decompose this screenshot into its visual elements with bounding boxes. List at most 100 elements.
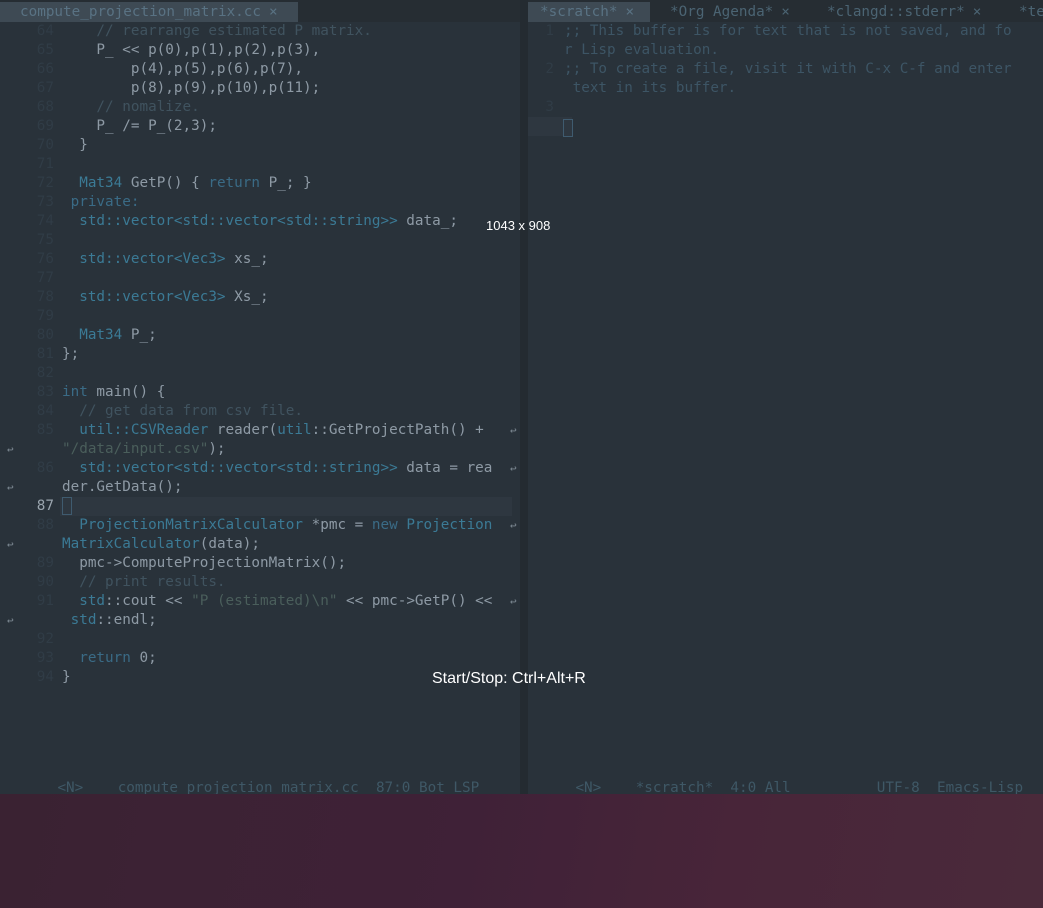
line-number: 64 (36, 23, 54, 39)
modeline-scroll: All (764, 780, 791, 794)
code-line[interactable]: pmc->ComputeProjectionMatrix(); (62, 554, 346, 573)
code-token: pmc->ComputeProjectionMatrix(); (62, 555, 347, 571)
scratch-line[interactable]: text in its buffer. (564, 79, 737, 98)
line-number: 74 (36, 213, 54, 229)
code-token: util (277, 422, 312, 438)
line-number: 67 (36, 80, 54, 96)
line-number: 71 (36, 156, 54, 172)
code-line[interactable]: // rearrange estimated P matrix. (62, 22, 371, 41)
code-line[interactable]: // print results. (62, 573, 225, 592)
evil-state: <N> (57, 780, 84, 794)
line-number: 69 (36, 118, 54, 134)
code-line[interactable]: ProjectionMatrixCalculator *pmc = new Pr… (62, 516, 516, 535)
code-token: Projection (397, 517, 493, 533)
tab-compute-projection-matrix[interactable]: compute_projection_matrix.cc × (0, 2, 298, 22)
code-token: MatrixCalculator (62, 536, 200, 552)
modeline-position: 4:0 (730, 780, 757, 794)
close-icon[interactable]: × (973, 4, 982, 20)
modeline-filename: compute_projection_matrix.cc (117, 780, 359, 794)
code-token: }; (62, 346, 80, 362)
code-line[interactable]: } (62, 668, 71, 687)
code-line[interactable]: std::vector<Vec3> xs_; (62, 250, 268, 269)
code-line[interactable]: } (62, 136, 88, 155)
wrap-indicator-icon: ↩ (7, 443, 14, 456)
code-line[interactable]: std::cout << "P (estimated)\n" << pmc->G… (62, 592, 516, 611)
code-token: std::vector<std::vector<std::string>> (62, 460, 398, 476)
right-editor-pane[interactable]: *scratch* × *Org Agenda* × *clangd::stderr… (528, 0, 1043, 794)
code-line[interactable]: // nomalize. (62, 98, 199, 117)
code-token: } (62, 137, 88, 153)
tab-label: *scratch* (540, 4, 618, 20)
modeline-encoding: UTF-8 (876, 780, 920, 794)
desktop-background (0, 794, 1043, 908)
code-line[interactable]: private: (62, 193, 140, 212)
tab-truncated[interactable]: *te (1019, 2, 1043, 22)
code-token: ); (208, 441, 226, 457)
code-token: p(8),p(9),p(10),p(11); (62, 80, 321, 96)
line-number: 75 (36, 232, 54, 248)
code-line[interactable]: util::CSVReader reader(util::GetProjectP… (62, 421, 516, 440)
scratch-line[interactable]: ;; This buffer is for text that is not s… (564, 22, 1012, 41)
close-icon[interactable]: × (269, 4, 278, 20)
evil-state: <N> (575, 780, 602, 794)
line-number: 78 (36, 289, 54, 305)
code-token: ::endl; (96, 612, 157, 628)
code-line[interactable]: der.GetData(); (62, 478, 183, 497)
modeline-scroll: Bot (418, 780, 445, 794)
line-number: 66 (36, 61, 54, 77)
tab-scratch[interactable]: *scratch* × (528, 2, 650, 22)
code-token: std (62, 612, 97, 628)
scratch-line[interactable]: r Lisp evaluation. (564, 41, 719, 60)
code-token: int (62, 384, 88, 400)
code-line[interactable]: Mat34 GetP() { return P_; } (62, 174, 311, 193)
code-token: "P (estimated)\n" (191, 593, 338, 609)
code-token: (data); (199, 536, 260, 552)
scratch-line[interactable]: ;; To create a file, visit it with C-x C… (564, 60, 1012, 79)
line-number: 84 (36, 403, 54, 419)
code-line[interactable]: }; (62, 345, 79, 364)
code-line[interactable]: int main() { (62, 383, 165, 402)
code-line[interactable]: MatrixCalculator(data); (62, 535, 260, 554)
line-number-gutter: 64 65 66 67 68 69 70 71 72 73 74 75 76 77 78 79 80 81 82 83… (0, 22, 60, 742)
modeline-lsp: LSP (453, 780, 480, 794)
tab-clangd-stderr[interactable]: *clangd::stderr* × (827, 2, 981, 22)
code-token: P_ /= P_(2,3); (62, 118, 217, 134)
code-token: return (62, 650, 131, 666)
wrap-continuation-icon: ↩ (510, 595, 517, 608)
code-line[interactable]: p(8),p(9),p(10),p(11); (62, 79, 320, 98)
code-token: std (62, 593, 106, 609)
close-icon[interactable]: × (625, 4, 634, 20)
code-token: ProjectionMatrixCalculator (62, 517, 304, 533)
code-line[interactable]: std::vector<std::vector<std::string>> da… (62, 212, 458, 231)
screen-size-label: 1043 x 908 (486, 218, 551, 233)
code-line[interactable]: p(4),p(5),p(6),p(7), (62, 60, 303, 79)
left-tab-bar: compute_projection_matrix.cc × (0, 0, 520, 22)
code-token: ::GetProjectPath() + (311, 422, 493, 438)
line-number: 89 (36, 555, 54, 571)
code-token: GetP() { (122, 175, 209, 191)
line-number: 79 (36, 308, 54, 324)
tab-org-agenda[interactable]: *Org Agenda* × (670, 2, 790, 22)
recording-hint: Start/Stop: Ctrl+Alt+R (432, 670, 586, 687)
line-number: 88 (36, 517, 54, 533)
line-number: 70 (36, 137, 54, 153)
code-line[interactable]: // get data from csv file. (62, 402, 303, 421)
code-line[interactable]: std::vector<Vec3> Xs_; (62, 288, 268, 307)
code-line[interactable]: P_ << p(0),p(1),p(2),p(3), (62, 41, 320, 60)
code-line[interactable]: P_ /= P_(2,3); (62, 117, 217, 136)
code-line[interactable]: std::vector<std::vector<std::string>> da… (62, 459, 516, 478)
line-number: 87 (36, 498, 54, 514)
close-icon[interactable]: × (781, 4, 790, 20)
code-token: p(4),p(5),p(6),p(7), (62, 61, 304, 77)
code-line[interactable]: Mat34 P_; (62, 326, 157, 345)
code-line[interactable]: return 0; (62, 649, 157, 668)
code-token: std::vector<Vec3> (62, 289, 226, 305)
text-cursor (62, 497, 72, 515)
code-line[interactable]: "/data/input.csv"); (62, 440, 226, 459)
tab-label: *Org Agenda* (670, 4, 774, 20)
code-line[interactable]: std::endl; (62, 611, 157, 630)
code-token: // get data from csv file. (62, 403, 304, 419)
tab-label: compute_projection_matrix.cc (20, 4, 262, 20)
code-line[interactable] (62, 497, 72, 516)
modeline-major-mode: Emacs-Lisp (937, 780, 1024, 794)
